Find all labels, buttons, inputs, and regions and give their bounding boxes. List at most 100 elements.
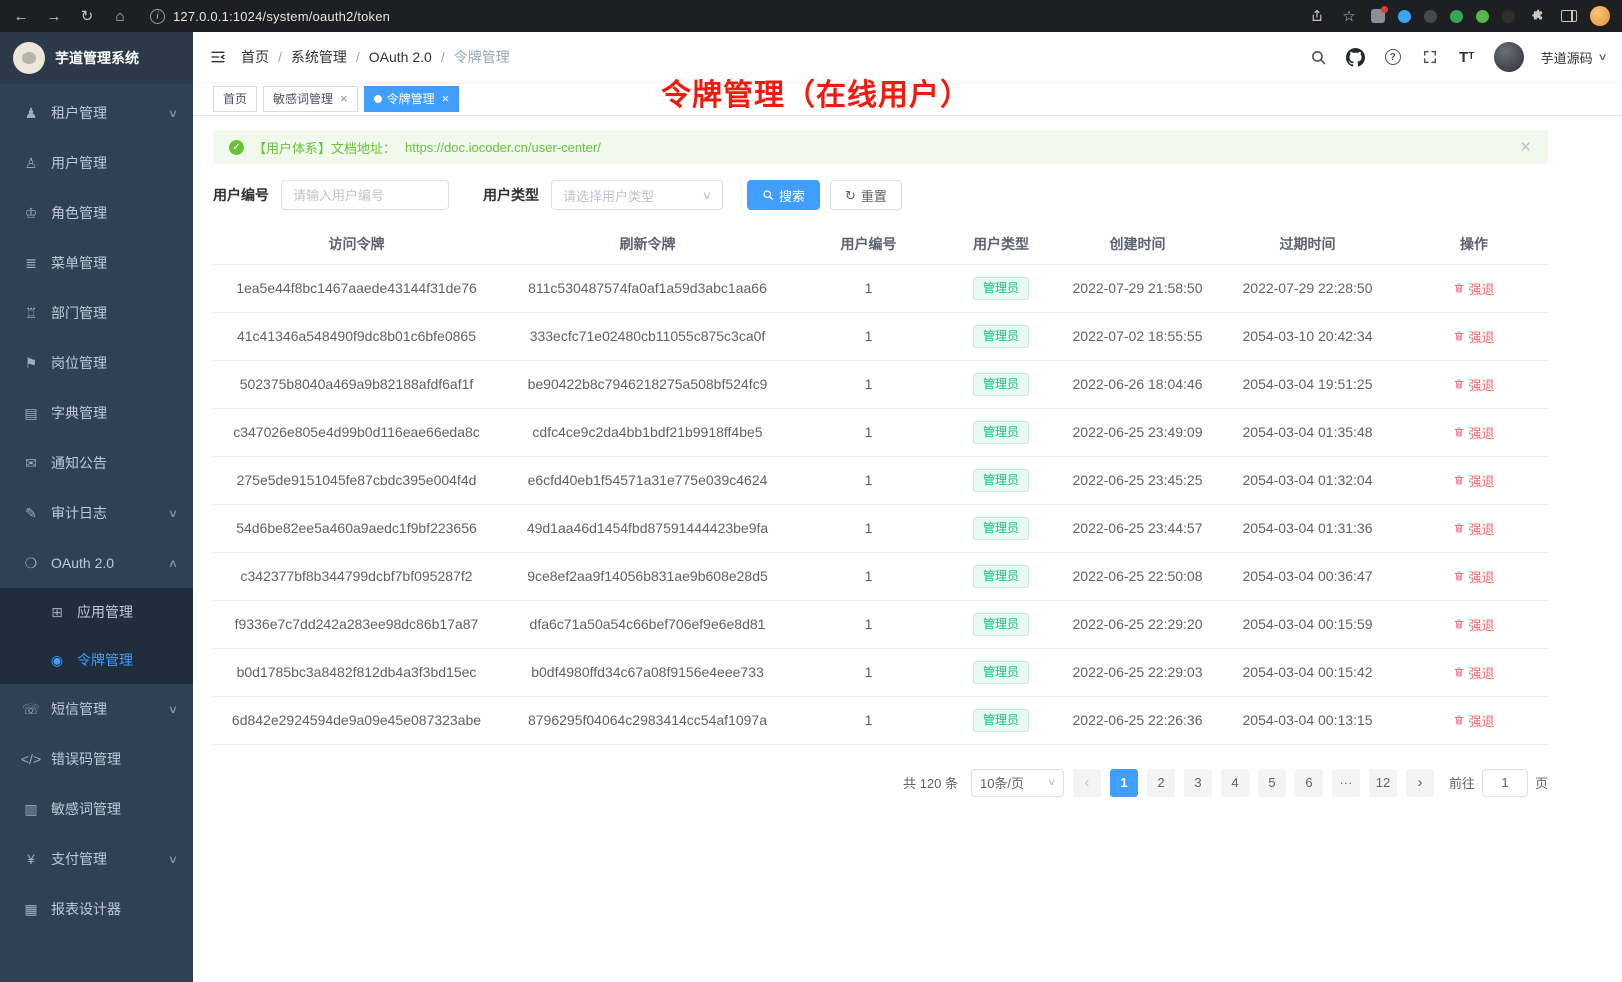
- force-logout-button[interactable]: 强退: [1453, 663, 1494, 682]
- breadcrumb-item[interactable]: 首页: [241, 47, 269, 67]
- cell-access-token: 275e5de9151045fe87cbdc395e004f4d: [213, 456, 500, 504]
- breadcrumb-item[interactable]: OAuth 2.0: [369, 49, 432, 65]
- page-button-6[interactable]: 6: [1295, 769, 1323, 797]
- reload-icon[interactable]: ↻: [78, 9, 96, 24]
- extension-dark-icon[interactable]: [1424, 10, 1437, 23]
- sidebar-item-14[interactable]: ▦报表设计器: [0, 884, 193, 934]
- sidebar-item-9-0[interactable]: ⊞应用管理: [0, 588, 193, 636]
- user-type-badge: 管理员: [973, 373, 1029, 396]
- split-view-icon[interactable]: [1561, 10, 1577, 22]
- sidebar-item-6[interactable]: ▤字典管理: [0, 388, 193, 438]
- forward-icon[interactable]: →: [45, 9, 63, 24]
- github-icon[interactable]: [1346, 47, 1366, 67]
- user-avatar[interactable]: [1494, 42, 1524, 72]
- breadcrumb-item[interactable]: 系统管理: [291, 47, 347, 67]
- force-logout-button[interactable]: 强退: [1453, 567, 1494, 586]
- close-icon[interactable]: ✕: [1519, 138, 1532, 156]
- page-button-2[interactable]: 2: [1147, 769, 1175, 797]
- prev-page-button[interactable]: ‹: [1073, 769, 1101, 797]
- search-icon[interactable]: [1309, 47, 1329, 67]
- user-menu[interactable]: 芋道源码 ∨: [1541, 48, 1606, 67]
- sidebar-item-13[interactable]: ¥支付管理∨: [0, 834, 193, 884]
- alert-message: 【用户体系】文档地址：: [253, 138, 396, 157]
- user-id-input[interactable]: [281, 180, 449, 210]
- sidebar-item-1[interactable]: ♙用户管理: [0, 138, 193, 188]
- force-logout-button[interactable]: 强退: [1453, 519, 1494, 538]
- url-text[interactable]: 127.0.0.1:1024/system/oauth2/token: [173, 9, 390, 24]
- user-type-select[interactable]: 请选择用户类型 ∨: [551, 180, 723, 210]
- goto-page-input[interactable]: [1482, 769, 1528, 797]
- sidebar-item-10[interactable]: ☏短信管理∨: [0, 684, 193, 734]
- address-bar[interactable]: i 127.0.0.1:1024/system/oauth2/token: [150, 9, 390, 24]
- extension-paw-icon[interactable]: [1502, 10, 1515, 23]
- sidebar-item-5[interactable]: ⚑岗位管理: [0, 338, 193, 388]
- bookmark-star-icon[interactable]: ☆: [1340, 9, 1358, 24]
- force-logout-button[interactable]: 强退: [1453, 279, 1494, 298]
- cell-access-token: c347026e805e4d99b0d116eae66eda8c: [213, 408, 500, 456]
- font-size-icon[interactable]: TT: [1457, 47, 1477, 67]
- help-icon[interactable]: ?: [1383, 47, 1403, 67]
- back-icon[interactable]: ←: [12, 9, 30, 24]
- doc-link[interactable]: https://doc.iocoder.cn/user-center/: [405, 140, 601, 155]
- breadcrumb-item[interactable]: 令牌管理: [454, 47, 510, 67]
- sidebar-item-4[interactable]: ♖部门管理: [0, 288, 193, 338]
- tab-2[interactable]: 令牌管理×: [364, 86, 460, 112]
- sidebar-item-2[interactable]: ♔角色管理: [0, 188, 193, 238]
- sidebar-item-3[interactable]: ≣菜单管理: [0, 238, 193, 288]
- page-button-4[interactable]: 4: [1221, 769, 1249, 797]
- page-button-1[interactable]: 1: [1110, 769, 1138, 797]
- tab-1[interactable]: 敏感词管理×: [263, 86, 358, 112]
- table-row: 41c41346a548490f9dc8b01c6bfe0865333ecfc7…: [213, 312, 1548, 360]
- cell-expire-time: 2054-03-04 01:35:48: [1215, 408, 1400, 456]
- extension-badge-icon[interactable]: [1371, 9, 1385, 23]
- browser-profile-avatar[interactable]: [1590, 6, 1610, 26]
- cell-user-id: 1: [795, 504, 942, 552]
- close-icon[interactable]: ×: [442, 92, 450, 105]
- page-button-3[interactable]: 3: [1184, 769, 1212, 797]
- force-logout-button[interactable]: 强退: [1453, 327, 1494, 346]
- page-button-5[interactable]: 5: [1258, 769, 1286, 797]
- sidebar-item-9-1[interactable]: ◉令牌管理: [0, 636, 193, 684]
- force-logout-button[interactable]: 强退: [1453, 423, 1494, 442]
- force-logout-button[interactable]: 强退: [1453, 471, 1494, 490]
- extension-green2-icon[interactable]: [1476, 10, 1489, 23]
- cell-create-time: 2022-06-25 22:50:08: [1060, 552, 1215, 600]
- home-icon[interactable]: ⌂: [111, 9, 129, 24]
- fullscreen-icon[interactable]: [1420, 47, 1440, 67]
- close-icon[interactable]: ×: [340, 92, 348, 105]
- sidebar-item-7[interactable]: ✉通知公告: [0, 438, 193, 488]
- cell-user-id: 1: [795, 552, 942, 600]
- page-size-select[interactable]: 10条/页 ∨: [971, 769, 1064, 797]
- puzzle-extensions-icon[interactable]: [1528, 6, 1548, 26]
- extension-blue-icon[interactable]: [1398, 10, 1411, 23]
- cell-expire-time: 2054-03-10 20:42:34: [1215, 312, 1400, 360]
- force-logout-button[interactable]: 强退: [1453, 711, 1494, 730]
- force-logout-button[interactable]: 强退: [1453, 615, 1494, 634]
- cell-expire-time: 2054-03-04 19:51:25: [1215, 360, 1400, 408]
- cell-action: 强退: [1400, 696, 1548, 744]
- sidebar-item-12[interactable]: ▥敏感词管理: [0, 784, 193, 834]
- table-row: 6d842e2924594de9a09e45e087323abe8796295f…: [213, 696, 1548, 744]
- pagination-ellipsis[interactable]: ···: [1332, 769, 1360, 797]
- site-info-icon[interactable]: i: [150, 9, 165, 24]
- sidebar-menu: ♟租户管理∨♙用户管理♔角色管理≣菜单管理♖部门管理⚑岗位管理▤字典管理✉通知公…: [0, 84, 193, 982]
- search-button[interactable]: 搜索: [747, 180, 820, 210]
- sidebar-item-label: 菜单管理: [51, 253, 107, 273]
- share-icon[interactable]: [1307, 6, 1327, 26]
- extension-green-icon[interactable]: [1450, 10, 1463, 23]
- tab-0[interactable]: 首页: [213, 86, 257, 112]
- sidebar-item-0[interactable]: ♟租户管理∨: [0, 88, 193, 138]
- next-page-button[interactable]: ›: [1406, 769, 1434, 797]
- page-button-12[interactable]: 12: [1369, 769, 1397, 797]
- sidebar-item-9[interactable]: ❍OAuth 2.0∧: [0, 538, 193, 588]
- app-logo[interactable]: 芋道管理系统: [0, 32, 193, 84]
- delete-icon: [1453, 666, 1465, 678]
- sidebar-item-8[interactable]: ✎审计日志∨: [0, 488, 193, 538]
- sidebar-fold-icon[interactable]: [209, 49, 227, 65]
- sidebar-item-11[interactable]: </>错误码管理: [0, 734, 193, 784]
- force-logout-button[interactable]: 强退: [1453, 375, 1494, 394]
- app-title: 芋道管理系统: [55, 48, 139, 68]
- reset-button[interactable]: ↻ 重置: [830, 180, 902, 210]
- sidebar-item-label: 错误码管理: [51, 749, 121, 769]
- chevron-down-icon: ∨: [168, 507, 178, 520]
